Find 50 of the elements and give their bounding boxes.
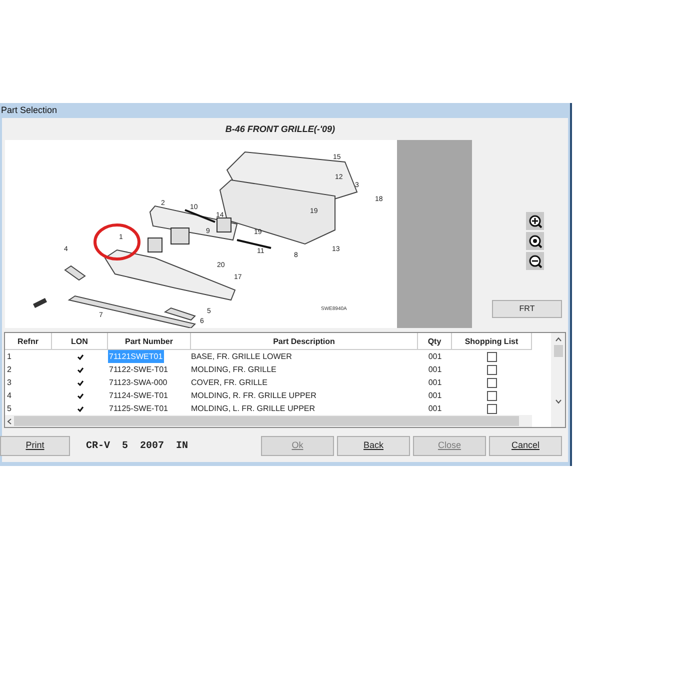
table-cell[interactable]: 71123-SWA-000	[108, 376, 168, 389]
shopping-checkbox[interactable]	[487, 364, 497, 374]
horizontal-scrollbar[interactable]	[5, 415, 532, 427]
table-cell[interactable]: 71124-SWE-T01	[108, 389, 169, 402]
vehicle-info: CR-V 5 2007 IN	[86, 440, 190, 454]
shopping-checkbox[interactable]	[487, 390, 497, 400]
table-cell[interactable]: 71125-SWE-T01	[108, 402, 169, 415]
dialog-button[interactable]: Print	[0, 436, 70, 456]
column-header[interactable]: Part Number	[108, 333, 191, 349]
zoom-fit-button[interactable]	[526, 232, 544, 250]
zoom-out-icon	[528, 254, 542, 268]
table-cell-text: 001	[427, 403, 443, 415]
table-cell-text: 3	[6, 377, 12, 389]
scroll-up-icon[interactable]	[554, 337, 562, 342]
table-cell-text: COVER, FR. GRILLE	[191, 377, 268, 389]
zoom-in-button[interactable]	[526, 212, 544, 230]
dialog-button[interactable]: Back	[337, 436, 410, 456]
table-cell-text: 5	[6, 403, 12, 415]
table-cell-text: 2	[6, 364, 12, 376]
vertical-scrollbar[interactable]	[551, 333, 565, 427]
table-cell-text: MOLDING, R. FR. GRILLE UPPER	[191, 390, 318, 402]
dialog-button[interactable]: Cancel	[489, 436, 562, 456]
scrollbar-thumb[interactable]	[554, 345, 562, 357]
table-cell-text: 001	[427, 351, 443, 363]
window-title: Part Selection	[0, 104, 58, 117]
table-cell[interactable]: 71122-SWE-T01	[108, 363, 169, 376]
column-header[interactable]: Shopping List	[452, 333, 532, 349]
diagram-title: B-46 FRONT GRILLE(-'09)	[224, 123, 336, 136]
table-cell-text: 001	[427, 390, 443, 402]
table-cell-text: 4	[6, 390, 12, 402]
table-cell-text: 001	[427, 364, 443, 376]
scroll-down-icon[interactable]	[554, 399, 562, 404]
frt-button[interactable]: FRT	[492, 300, 562, 318]
shopping-checkbox[interactable]	[487, 378, 497, 388]
scrollbar-thumb[interactable]	[14, 416, 519, 426]
zoom-out-button[interactable]	[526, 252, 544, 270]
scroll-left-icon[interactable]	[7, 418, 12, 424]
shopping-checkbox[interactable]	[487, 352, 497, 362]
zoom-in-icon	[528, 214, 542, 228]
table-cell-text: BASE, FR. GRILLE LOWER	[191, 351, 293, 363]
table-cell-text: MOLDING, L. FR. GRILLE UPPER	[191, 403, 316, 415]
table-cell-text: 001	[427, 377, 443, 389]
column-header[interactable]: Refnr	[5, 333, 52, 349]
table-cell-text: 1	[6, 351, 12, 363]
table-cell-text: MOLDING, FR. GRILLE	[191, 364, 278, 376]
column-header[interactable]: LON	[52, 333, 108, 349]
shopping-checkbox[interactable]	[487, 404, 497, 414]
column-header[interactable]: Qty	[418, 333, 452, 349]
zoom-fit-icon	[528, 234, 542, 248]
column-header[interactable]: Part Description	[191, 333, 418, 349]
